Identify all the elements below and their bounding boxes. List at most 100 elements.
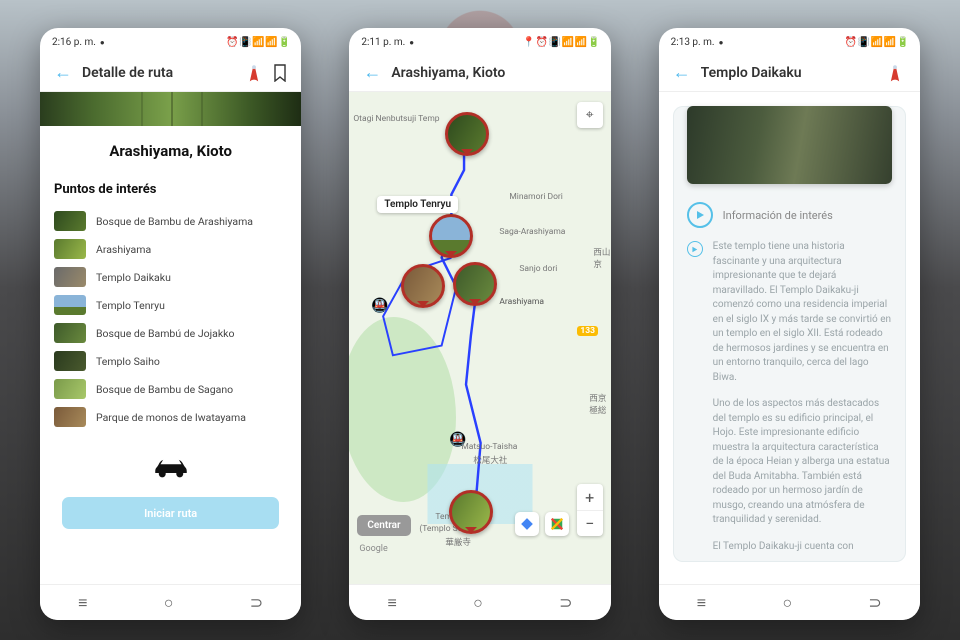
map-canvas[interactable]: Otagi Nenbutsuji Temp Saga-Arashiyama Sa… (349, 92, 610, 584)
nav-menu-icon[interactable]: ≡ (387, 593, 396, 613)
battery-icon: 🔋 (279, 37, 289, 47)
wifi-icon: 📶 (563, 37, 573, 47)
vibrate-icon: 📳 (859, 37, 869, 47)
car-icon (150, 466, 192, 485)
map-directions-icon[interactable] (515, 512, 539, 536)
app-logo-icon (243, 62, 265, 84)
poi-item[interactable]: Templo Saiho (54, 347, 287, 375)
poi-description-p1: Este templo tiene una historia fascinant… (713, 240, 892, 385)
android-navbar: ≡ ○ ⊃ (349, 584, 610, 620)
map-label-minamori: Minamori Dori (509, 192, 563, 202)
poi-description-p3: El Templo Daikaku-ji cuenta con (673, 536, 906, 563)
poi-label: Bosque de Bambu de Arashiyama (96, 215, 253, 228)
poi-item[interactable]: Templo Tenryu (54, 291, 287, 319)
app-header: ← Templo Daikaku (659, 56, 920, 92)
status-dot-icon: ● (719, 38, 724, 47)
route-title: Arashiyama, Kioto (40, 126, 301, 182)
map-label-arashiyama: Arashiyama (499, 297, 544, 307)
nav-back-icon[interactable]: ⊃ (559, 593, 572, 612)
poi-label: Templo Saiho (96, 355, 160, 368)
map-label-otagi: Otagi Nenbutsuji Temp (353, 114, 439, 124)
audio-play-paragraph-button[interactable] (687, 241, 703, 257)
start-route-button[interactable]: Iniciar ruta (62, 497, 279, 529)
map-pin[interactable] (449, 490, 493, 534)
map-label-nishiyama: 西山京 (593, 246, 610, 270)
poi-thumb (54, 379, 86, 399)
signal-icon: 📶 (885, 37, 895, 47)
alarm-icon: ⏰ (537, 37, 547, 47)
poi-item[interactable]: Arashiyama (54, 235, 287, 263)
map-pin[interactable] (429, 214, 473, 258)
map-label-matsuo: Matsuo-Taisha (461, 442, 517, 452)
status-bar: 2:13 p. m. ● ⏰ 📳 📶 📶 🔋 (659, 28, 920, 56)
bookmark-icon[interactable] (273, 64, 287, 82)
map-route-badge-133: 133 (577, 326, 598, 336)
poi-list: Bosque de Bambu de Arashiyama Arashiyama T… (40, 207, 301, 431)
vibrate-icon: 📳 (240, 37, 250, 47)
poi-description-p2: Uno de los aspectos más destacados del t… (673, 393, 906, 536)
poi-label: Templo Daikaku (96, 271, 171, 284)
poi-detail-card: Información de interés Este templo tiene… (673, 106, 906, 562)
battery-icon: 🔋 (898, 37, 908, 47)
poi-hero-image (687, 106, 892, 184)
map-app-icon[interactable] (545, 512, 569, 536)
section-title-poi: Puntos de interés (40, 182, 301, 207)
info-section-label: Información de interés (723, 209, 833, 222)
map-pin[interactable] (401, 264, 445, 308)
signal-icon: 📶 (266, 37, 276, 47)
poi-thumb (54, 351, 86, 371)
signal-icon: 📶 (576, 37, 586, 47)
poi-item[interactable]: Bosque de Bambu de Arashiyama (54, 207, 287, 235)
map-pin[interactable] (445, 112, 489, 156)
phone-poi-detail: 2:13 p. m. ● ⏰ 📳 📶 📶 🔋 ← Templo Daikaku (659, 28, 920, 620)
back-arrow-icon[interactable]: ← (54, 62, 72, 83)
back-arrow-icon[interactable]: ← (673, 62, 691, 83)
status-dot-icon: ● (100, 38, 105, 47)
poi-item[interactable]: Parque de monos de Iwatayama (54, 403, 287, 431)
map-label-matsuo-jp: 松尾大社 (473, 454, 507, 466)
map-attribution: Google (359, 544, 387, 554)
poi-label: Parque de monos de Iwatayama (96, 411, 246, 424)
poi-item[interactable]: Templo Daikaku (54, 263, 287, 291)
poi-thumb (54, 323, 86, 343)
map-poi-transit-icon: 🚇 (449, 432, 466, 448)
audio-play-button[interactable] (687, 202, 713, 228)
nav-home-icon[interactable]: ○ (164, 593, 174, 613)
map-locate-button[interactable]: ⌖ (577, 102, 603, 128)
android-navbar: ≡ ○ ⊃ (659, 584, 920, 620)
alarm-icon: ⏰ (846, 37, 856, 47)
app-header: ← Detalle de ruta (40, 56, 301, 92)
nav-back-icon[interactable]: ⊃ (250, 593, 263, 612)
poi-item[interactable]: Bosque de Bambu de Sagano (54, 375, 287, 403)
back-arrow-icon[interactable]: ← (363, 62, 381, 83)
nav-back-icon[interactable]: ⊃ (868, 593, 881, 612)
status-bar: 2:11 p. m. ● 📍 ⏰ 📳 📶 📶 🔋 (349, 28, 610, 56)
poi-label: Arashiyama (96, 243, 151, 256)
header-title: Templo Daikaku (701, 65, 874, 81)
app-header: ← Arashiyama, Kioto (349, 56, 610, 92)
map-center-button[interactable]: Centrar (357, 515, 410, 536)
map-pin-callout[interactable]: Templo Tenryu (377, 196, 458, 213)
vibrate-icon: 📳 (550, 37, 560, 47)
route-hero-image (40, 92, 301, 126)
wifi-icon: 📶 (872, 37, 882, 47)
nav-menu-icon[interactable]: ≡ (697, 593, 706, 613)
phone-map: 2:11 p. m. ● 📍 ⏰ 📳 📶 📶 🔋 ← Arashiyama, K… (349, 28, 610, 620)
header-title: Detalle de ruta (82, 65, 233, 81)
status-time: 2:16 p. m. (52, 37, 96, 48)
map-label-nishi: 西京極総 (589, 392, 610, 416)
nav-home-icon[interactable]: ○ (473, 593, 483, 613)
android-navbar: ≡ ○ ⊃ (40, 584, 301, 620)
map-zoom-out-button[interactable]: − (577, 510, 603, 536)
status-bar: 2:16 p. m. ● ⏰ 📳 📶 📶 🔋 (40, 28, 301, 56)
map-pin[interactable] (453, 262, 497, 306)
location-icon: 📍 (524, 37, 534, 47)
header-title: Arashiyama, Kioto (391, 65, 596, 81)
nav-menu-icon[interactable]: ≡ (78, 593, 87, 613)
phone-route-detail: 2:16 p. m. ● ⏰ 📳 📶 📶 🔋 ← Detalle de ruta (40, 28, 301, 620)
poi-thumb (54, 239, 86, 259)
map-zoom-in-button[interactable]: + (577, 484, 603, 510)
poi-item[interactable]: Bosque de Bambú de Jojakko (54, 319, 287, 347)
battery-icon: 🔋 (589, 37, 599, 47)
nav-home-icon[interactable]: ○ (782, 593, 792, 613)
